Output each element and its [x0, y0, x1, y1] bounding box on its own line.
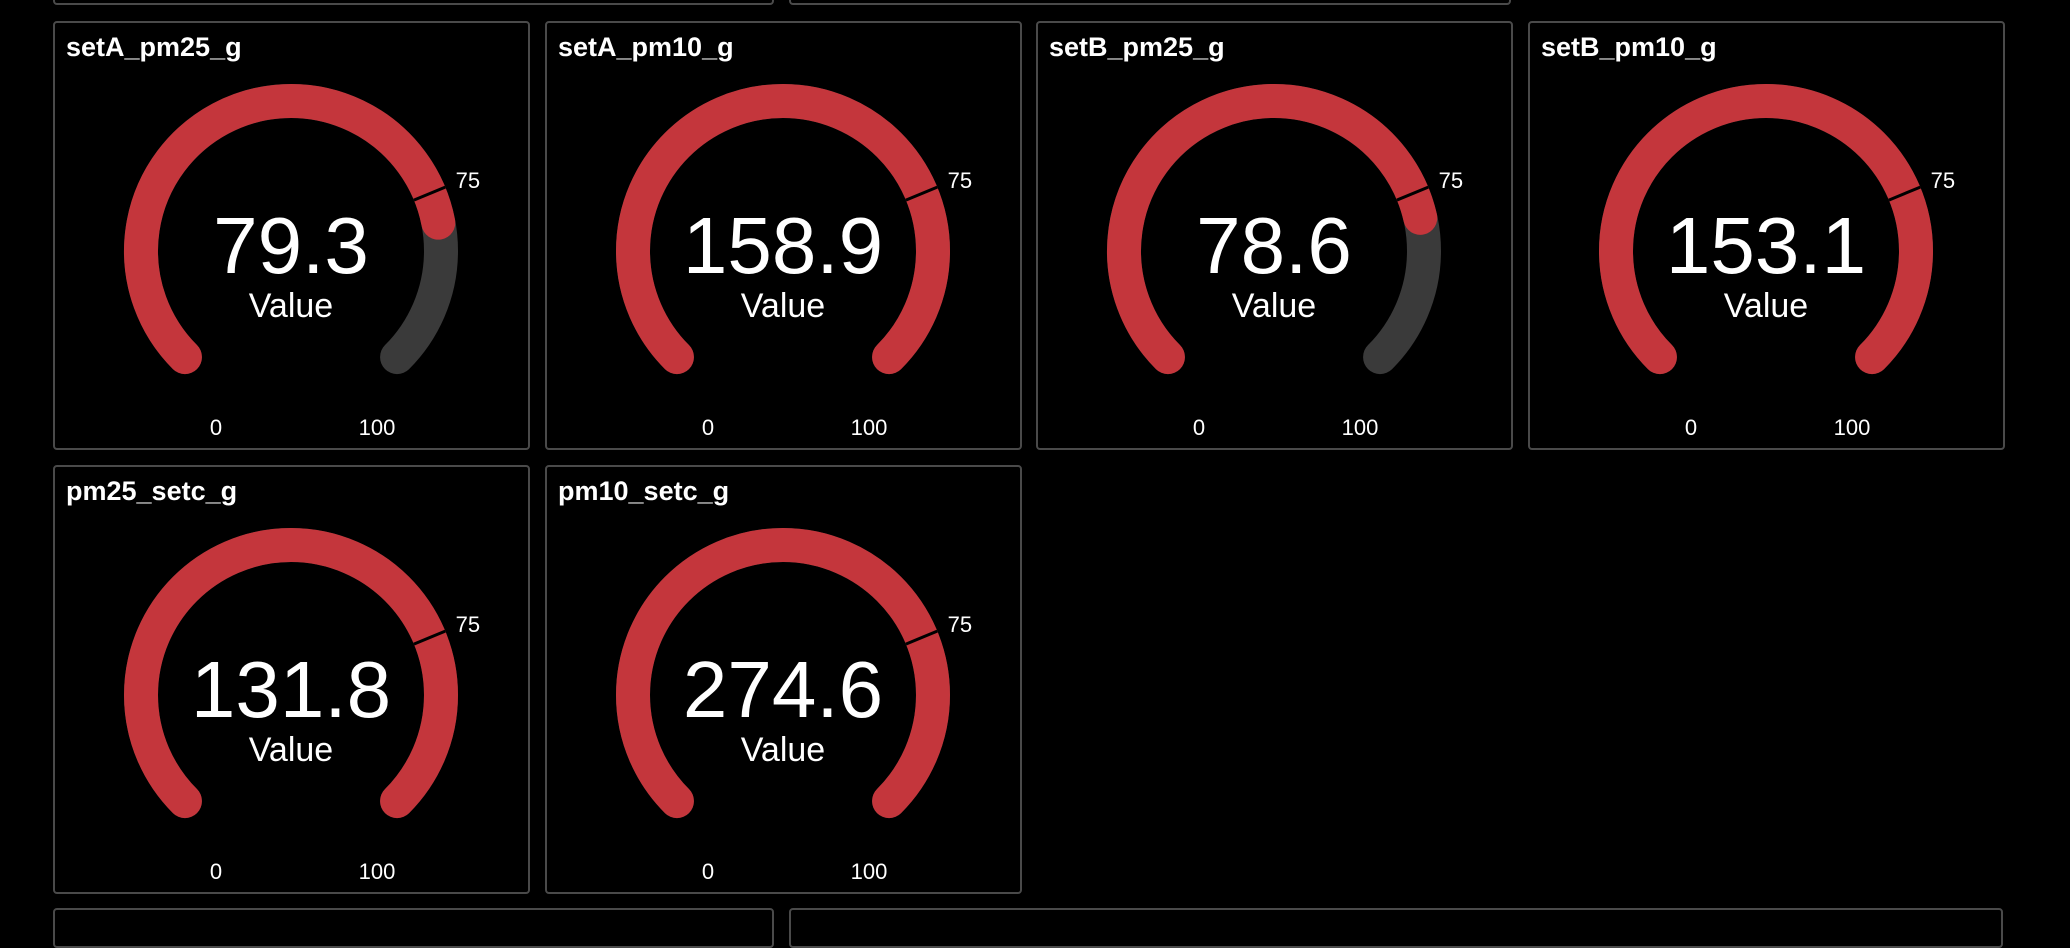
max-label: 100 — [359, 859, 396, 884]
gauge-value-caption: Value — [249, 287, 333, 325]
gauge-chart: 75 0 100 79.3Value — [124, 84, 480, 440]
threshold-label: 75 — [456, 612, 480, 637]
gauge-value: 153.1 — [1666, 201, 1866, 290]
threshold-label: 75 — [456, 168, 480, 193]
threshold-label: 75 — [1439, 168, 1463, 193]
min-label: 0 — [702, 859, 714, 884]
gauge-chart: 75 0 100 153.1Value — [1599, 84, 1955, 440]
gauge-value-caption: Value — [741, 287, 825, 325]
threshold-label: 75 — [948, 168, 972, 193]
threshold-label: 75 — [1931, 168, 1955, 193]
min-label: 0 — [1685, 415, 1697, 440]
gauge-value: 158.9 — [683, 201, 883, 290]
gauge-panel-setA-pm25[interactable]: setA_pm25_g 75 0 100 79.3 Value — [53, 21, 530, 450]
min-label: 0 — [1193, 415, 1205, 440]
gauge-chart: 75 0 100 78.6Value — [1107, 84, 1463, 440]
gauge-value-caption: Value — [1232, 287, 1316, 325]
gauge-panel-setB-pm10[interactable]: setB_pm10_g 75 0 100 153.1 Value — [1528, 21, 2005, 450]
partial-panel-top-right — [789, 0, 1511, 5]
gauge-value: 78.6 — [1196, 201, 1352, 290]
max-label: 100 — [851, 859, 888, 884]
gauge-value: 79.3 — [213, 201, 369, 290]
gauge-panel-pm10-setc[interactable]: pm10_setc_g 75 0 100 274.6 Value — [545, 465, 1022, 894]
gauge-chart: 75 0 100 274.6Value — [616, 528, 972, 884]
gauge-chart: 75 0 100 131.8Value — [124, 528, 480, 884]
partial-panel-bottom-left — [53, 908, 774, 948]
gauge-value: 274.6 — [683, 645, 883, 734]
min-label: 0 — [702, 415, 714, 440]
gauge-chart: 75 0 100 158.9Value — [616, 84, 972, 440]
gauge-value-caption: Value — [741, 731, 825, 769]
gauge-panel-setB-pm25[interactable]: setB_pm25_g 75 0 100 78.6 Value — [1036, 21, 1513, 450]
max-label: 100 — [1834, 415, 1871, 440]
max-label: 100 — [851, 415, 888, 440]
gauge-value-caption: Value — [249, 731, 333, 769]
partial-panel-top-left — [53, 0, 774, 5]
gauge-value-caption: Value — [1724, 287, 1808, 325]
gauge-panel-setA-pm10[interactable]: setA_pm10_g 75 0 100 158.9 Value — [545, 21, 1022, 450]
partial-panel-bottom-right — [789, 908, 2003, 948]
gauge-panel-pm25-setc[interactable]: pm25_setc_g 75 0 100 131.8 Value — [53, 465, 530, 894]
max-label: 100 — [359, 415, 396, 440]
min-label: 0 — [210, 859, 222, 884]
max-label: 100 — [1342, 415, 1379, 440]
min-label: 0 — [210, 415, 222, 440]
gauge-value: 131.8 — [191, 645, 391, 734]
threshold-label: 75 — [948, 612, 972, 637]
